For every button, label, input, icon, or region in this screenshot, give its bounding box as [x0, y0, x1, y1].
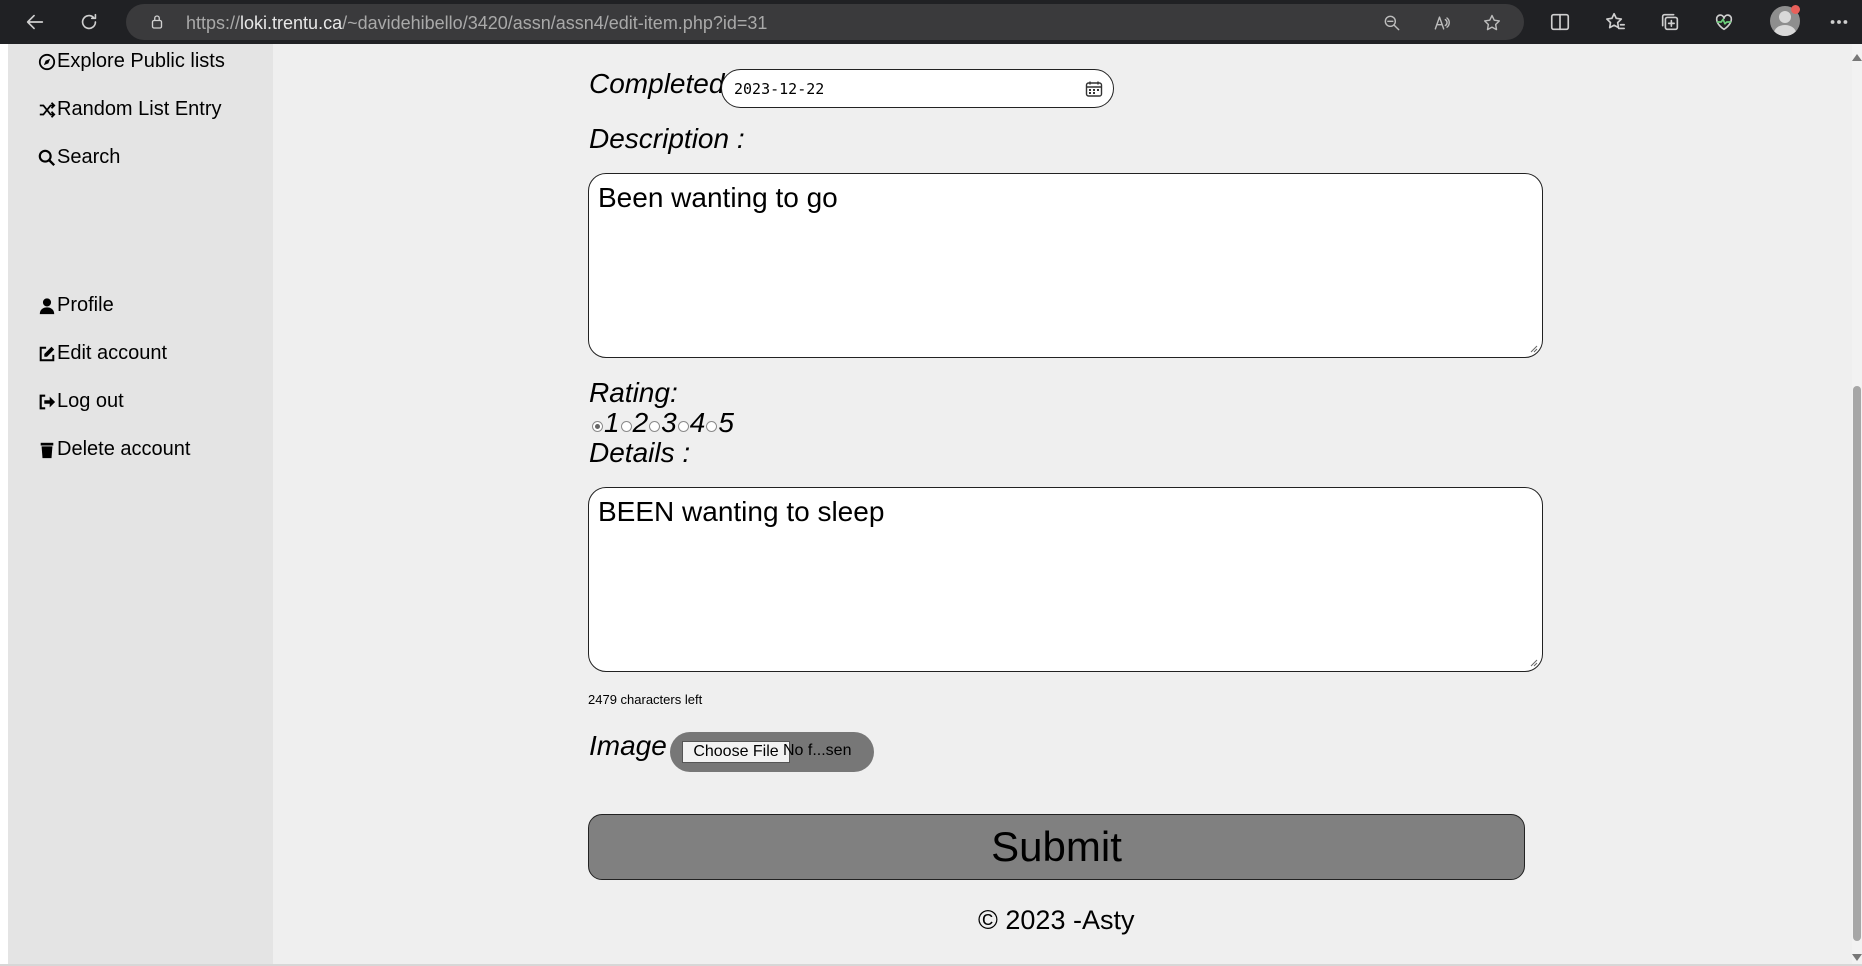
calendar-icon[interactable] [1085, 80, 1103, 98]
image-file-input[interactable]: Choose File No f...sen [670, 732, 874, 772]
notification-dot [1791, 5, 1800, 14]
favorites-icon[interactable] [1601, 8, 1629, 36]
rating-option-label: 5 [718, 407, 734, 438]
collections-icon[interactable] [1656, 8, 1684, 36]
more-icon[interactable] [1825, 8, 1853, 36]
description-textarea[interactable]: Been wanting to go [588, 173, 1543, 358]
sidebar-item-label: Delete account [57, 438, 191, 460]
sidebar-item-explore-public-lists[interactable]: Explore Public lists [37, 50, 225, 73]
url-host: loki.trentu.ca [240, 13, 343, 33]
image-label: Image [589, 730, 667, 761]
description-text: Been wanting to go [598, 182, 838, 213]
scrollbar-thumb[interactable] [1853, 386, 1861, 941]
rating-label: Rating: [589, 377, 678, 408]
url-prefix: https:// [186, 13, 241, 33]
zoom-out-icon[interactable] [1380, 11, 1404, 35]
back-icon[interactable] [21, 8, 49, 36]
refresh-icon[interactable] [75, 8, 103, 36]
characters-left-counter: 2479 characters left [588, 692, 703, 707]
rating-option-label: 3 [661, 407, 677, 438]
rating-option-label: 4 [689, 407, 706, 438]
choose-file-button[interactable]: Choose File [682, 741, 790, 763]
scroll-up-arrow-icon[interactable] [1851, 52, 1862, 62]
details-label: Details : [589, 437, 691, 468]
rating-option-label: 2 [632, 407, 649, 438]
favorite-star-icon[interactable] [1480, 11, 1504, 35]
sidebar-item-search[interactable]: Search [37, 146, 120, 169]
sidebar-item-delete-account[interactable]: Delete account [37, 438, 190, 461]
sidebar-item-random-list-entry[interactable]: Random List Entry [37, 98, 222, 121]
footer-copyright: © 2023 -Asty [978, 905, 1135, 935]
read-aloud-icon[interactable] [1430, 11, 1454, 35]
sidebar-item-profile[interactable]: Profile [37, 294, 114, 317]
completed-date-value: 2023-12-22 [734, 80, 825, 98]
user-icon [37, 296, 56, 315]
details-textarea[interactable]: BEEN wanting to sleep [588, 487, 1543, 672]
rating-radio-3[interactable] [649, 420, 661, 432]
rating-options: 1 2 3 4 5 [591, 407, 734, 438]
resize-handle-icon[interactable] [1530, 659, 1538, 667]
logout-icon [37, 392, 56, 411]
completed-label: Completed [589, 68, 725, 99]
health-icon[interactable] [1710, 8, 1738, 36]
completed-date-input[interactable]: 2023-12-22 [721, 69, 1114, 108]
rating-radio-1[interactable] [592, 420, 603, 432]
sidebar-item-edit-account[interactable]: Edit account [37, 342, 167, 365]
submit-button[interactable]: Submit [588, 814, 1525, 880]
sidebar-item-label: Explore Public lists [57, 50, 225, 72]
sidebar-item-label: Log out [57, 390, 124, 412]
resize-handle-icon[interactable] [1530, 345, 1538, 353]
description-label: Description : [589, 123, 745, 154]
page-left-edge [0, 44, 8, 966]
rating-option-label: 1 [604, 407, 620, 438]
sidebar-item-label: Search [57, 146, 121, 168]
rating-radio-2[interactable] [620, 420, 632, 432]
trash-icon [37, 440, 56, 459]
rating-radio-4[interactable] [677, 420, 689, 432]
browser-toolbar: https://loki.trentu.ca/~davidehibello/34… [0, 0, 1862, 44]
sidebar-item-log-out[interactable]: Log out [37, 390, 124, 413]
details-text: BEEN wanting to sleep [598, 496, 885, 527]
sidebar-item-label: Edit account [57, 342, 168, 364]
url-text[interactable]: https://loki.trentu.ca/~davidehibello/34… [186, 13, 767, 34]
shuffle-icon [37, 100, 56, 119]
split-screen-icon[interactable] [1546, 8, 1574, 36]
rating-radio-5[interactable] [706, 420, 718, 432]
edit-icon [37, 344, 56, 363]
sidebar-item-label: Random List Entry [57, 98, 222, 120]
url-path: /~davidehibello/3420/assn/assn4/edit-ite… [342, 13, 768, 33]
sidebar-item-label: Profile [57, 294, 114, 316]
scroll-down-arrow-icon[interactable] [1851, 952, 1862, 962]
lock-icon[interactable] [146, 11, 168, 33]
compass-icon [37, 52, 56, 71]
file-status-text: No f...sen [783, 742, 852, 759]
search-icon [37, 148, 56, 167]
sidebar [8, 44, 273, 966]
address-bar[interactable]: https://loki.trentu.ca/~davidehibello/34… [126, 4, 1524, 40]
